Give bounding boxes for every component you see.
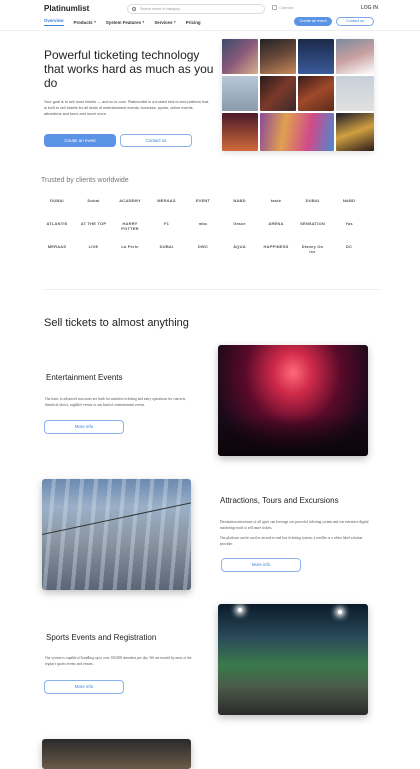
collage-photo xyxy=(336,39,374,74)
sports-photo xyxy=(218,604,368,715)
next-section-photo xyxy=(42,739,191,769)
collage-photo xyxy=(260,76,296,111)
client-logo: AT THE TOP xyxy=(80,221,107,226)
entertainment-photo xyxy=(218,345,368,456)
nav-label: Overview xyxy=(44,18,64,23)
chevron-down-icon: ▾ xyxy=(142,20,145,24)
client-logo: AQUA xyxy=(233,244,246,249)
client-logo: DUBAI xyxy=(305,198,320,203)
header-divider xyxy=(0,30,420,31)
client-logo: taste xyxy=(270,198,282,203)
collage-photo xyxy=(222,39,258,74)
search-placeholder: Search event of category xyxy=(140,7,180,11)
collage-photo xyxy=(260,39,296,74)
entertainment-title: Entertainment Events xyxy=(46,373,123,382)
nav-services[interactable]: Services ▾ xyxy=(154,18,175,26)
contact-us-button[interactable]: Contact us xyxy=(120,134,192,147)
client-logo: MERAAS xyxy=(47,244,67,249)
attractions-more-button[interactable]: More info xyxy=(221,558,301,572)
sports-description: Our system is capable of handling up to … xyxy=(45,656,192,666)
nav-products[interactable]: Products ▾ xyxy=(74,18,96,26)
nav-pricing[interactable]: Pricing xyxy=(186,18,201,26)
header-contact-button[interactable]: Contact us xyxy=(336,17,374,26)
collage-photo xyxy=(298,39,334,74)
client-logo: Dubai xyxy=(87,198,100,203)
client-logo: DC xyxy=(345,244,353,249)
nav-system-features[interactable]: System Features ▾ xyxy=(106,18,144,26)
chevron-down-icon: ▾ xyxy=(173,20,176,24)
hero-photo-collage xyxy=(222,39,374,151)
collage-photo xyxy=(298,76,334,111)
collage-photo xyxy=(222,76,258,111)
nav-label: Products xyxy=(73,19,93,25)
client-logo: DUBAI xyxy=(50,198,64,203)
client-logo: Grace xyxy=(233,221,246,226)
calendar-label: Calendar xyxy=(279,5,294,10)
hero-title: Powerful ticketing technology that works… xyxy=(44,48,214,90)
client-logo: Yas xyxy=(345,221,353,226)
hero-description: Your goal is to sell more tickets — and … xyxy=(44,100,209,116)
client-logo: HAPPINESS xyxy=(263,244,289,249)
section-divider xyxy=(44,289,380,290)
client-logo: EVENT xyxy=(195,198,211,203)
client-logo: ACADEMY xyxy=(119,198,141,203)
create-event-button[interactable]: Create an event xyxy=(44,134,116,147)
search-input[interactable]: Search event of category xyxy=(127,4,265,14)
client-logos: DUBAI Dubai ACADEMY MERAAS EVENT NABD taste DUB… xyxy=(44,198,374,268)
collage-photo xyxy=(336,113,374,151)
chevron-down-icon: ▾ xyxy=(94,20,96,24)
client-logo: SENSATION xyxy=(300,221,325,226)
client-logo: ARENA xyxy=(268,221,284,226)
client-logo: DUBAI xyxy=(159,244,174,249)
header-create-event-button[interactable]: Create an event xyxy=(294,17,332,26)
client-logo: ATLANTIS xyxy=(46,221,68,226)
section-title: Sell tickets to almost anything xyxy=(44,317,189,329)
collage-photo xyxy=(260,113,334,151)
client-logo: MERAAS xyxy=(157,198,176,203)
entertainment-description: Our basic to advanced structures are bui… xyxy=(45,397,187,407)
attractions-description: Destination attractions of all types can… xyxy=(220,520,369,530)
client-logo: NABD xyxy=(342,198,356,203)
sports-more-button[interactable]: More info xyxy=(44,680,124,694)
search-icon xyxy=(132,7,136,12)
login-link[interactable]: LOG IN xyxy=(361,5,378,11)
calendar-button[interactable]: Calendar xyxy=(272,5,294,10)
collage-photo xyxy=(336,76,374,111)
main-nav: Overview Products ▾ System Features ▾ Serv… xyxy=(44,18,201,26)
calendar-icon xyxy=(272,5,277,10)
attractions-title: Attractions, Tours and Excursions xyxy=(220,496,339,505)
attractions-description-2: Our platform can be used as an end-to-en… xyxy=(220,536,363,546)
nav-label: Pricing xyxy=(185,19,201,25)
attractions-photo xyxy=(42,479,191,590)
logo[interactable]: Platinumlist xyxy=(44,4,89,13)
nav-label: Services xyxy=(154,19,173,25)
sports-title: Sports Events and Registration xyxy=(46,633,157,642)
collage-photo xyxy=(222,113,258,151)
client-logo: La Perle xyxy=(121,244,139,249)
client-logo: F1 xyxy=(163,221,170,226)
nav-overview[interactable]: Overview xyxy=(44,18,64,26)
entertainment-more-button[interactable]: More info xyxy=(44,420,124,434)
nav-label: System Features xyxy=(105,19,142,25)
client-logo: Disney On Ice xyxy=(301,244,324,254)
trusted-title: Trusted by clients worldwide xyxy=(41,177,129,184)
client-logo: NABD xyxy=(233,198,246,203)
client-logo: mbc xyxy=(198,221,208,226)
client-logo: HARRY POTTER xyxy=(121,221,139,231)
client-logo: LIVE xyxy=(88,244,99,249)
client-logo: DWC xyxy=(197,244,209,249)
